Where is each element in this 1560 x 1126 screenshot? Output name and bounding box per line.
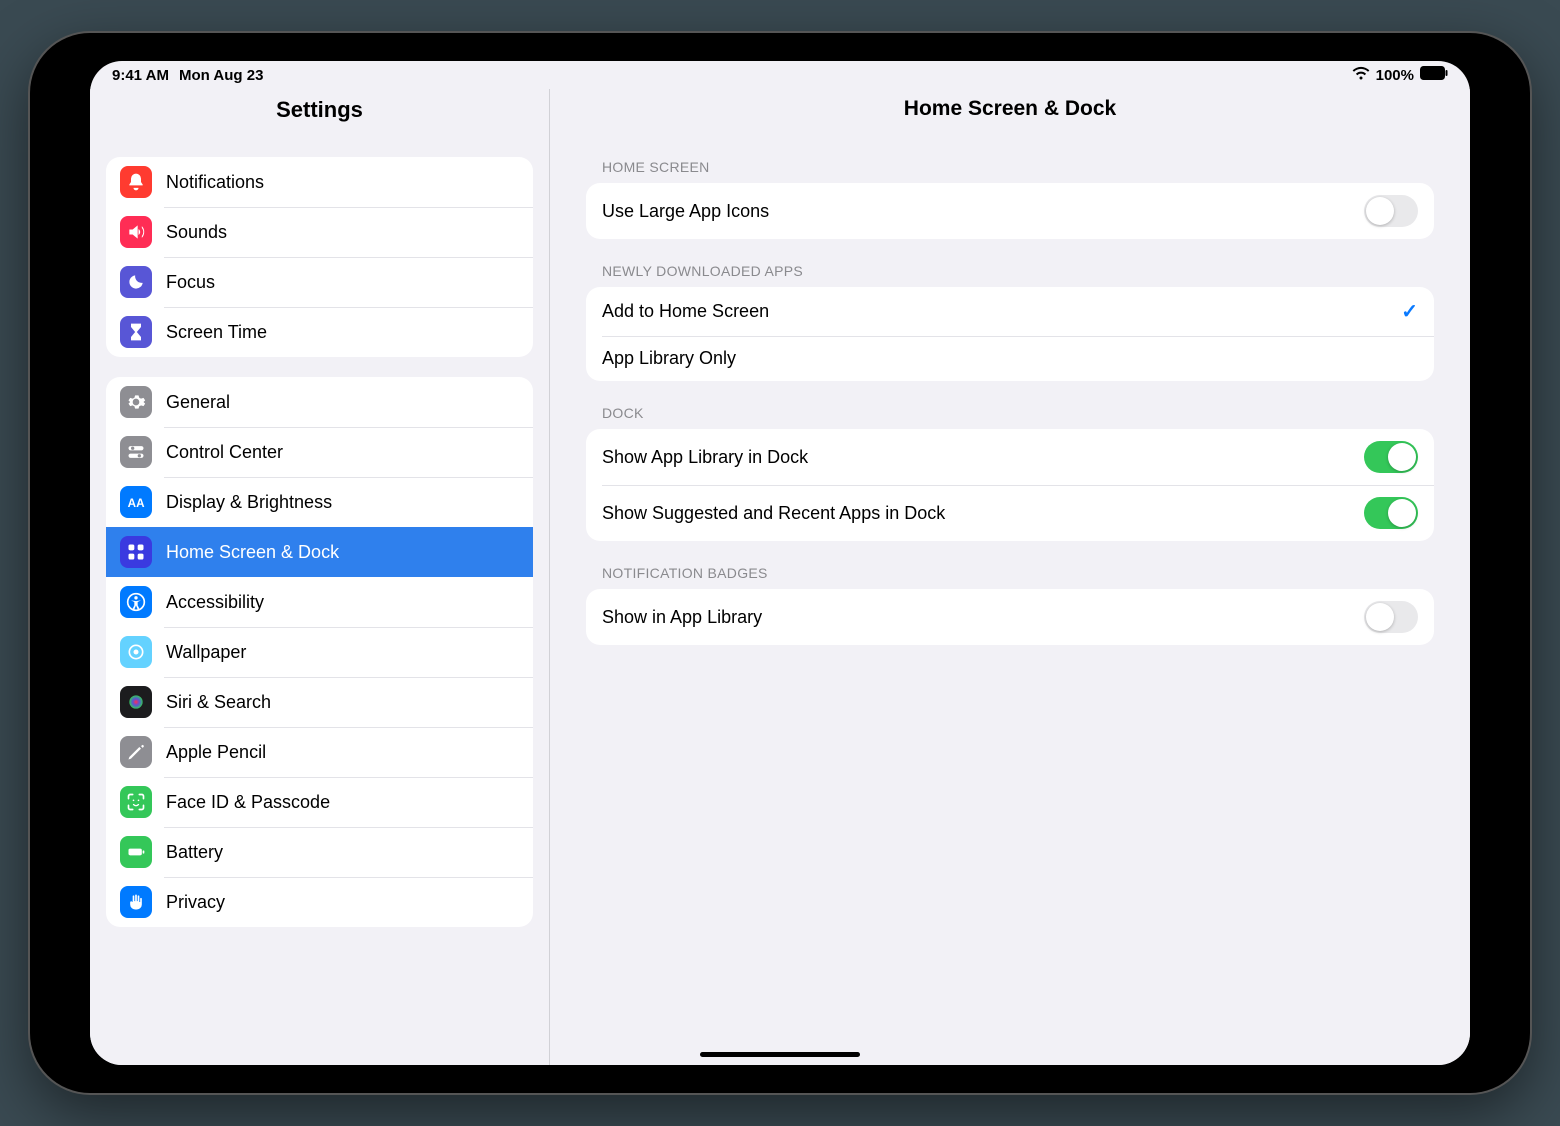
row-label: Show App Library in Dock [602,447,808,468]
row-app-library-only[interactable]: App Library Only [586,336,1434,381]
ipad-device-frame: 9:41 AM Mon Aug 23 100% Settings [30,33,1530,1093]
sidebar-item-label: Accessibility [166,592,264,613]
sidebar-item-label: Sounds [166,222,227,243]
sidebar-group-1: Notifications Sounds Focus [106,157,533,357]
section-dock: Show App Library in Dock Show Suggested … [586,429,1434,541]
sidebar-item-label: Face ID & Passcode [166,792,330,813]
moon-icon [120,266,152,298]
status-date: Mon Aug 23 [179,67,263,84]
section-home-screen: Use Large App Icons [586,183,1434,239]
sidebar-item-privacy[interactable]: Privacy [106,877,533,927]
faceid-icon [120,786,152,818]
toggle-show-app-library-in-dock[interactable] [1364,441,1418,473]
sidebar-item-home-screen-dock[interactable]: Home Screen & Dock [106,527,533,577]
settings-sidebar: Settings Notifications [90,89,550,1065]
sidebar-item-label: Siri & Search [166,692,271,713]
toggle-show-suggested-recent-in-dock[interactable] [1364,497,1418,529]
status-battery-pct: 100% [1376,67,1414,84]
gear-icon [120,386,152,418]
sidebar-item-faceid-passcode[interactable]: Face ID & Passcode [106,777,533,827]
sidebar-item-control-center[interactable]: Control Center [106,427,533,477]
row-show-in-app-library[interactable]: Show in App Library [586,589,1434,645]
row-label: Add to Home Screen [602,301,769,322]
pencil-icon [120,736,152,768]
status-bar: 9:41 AM Mon Aug 23 100% [90,61,1470,89]
battery-icon [1420,66,1448,84]
section-newly-downloaded: Add to Home Screen ✓ App Library Only [586,287,1434,381]
section-header-notification-badges: NOTIFICATION BADGES [586,541,1434,589]
sidebar-item-sounds[interactable]: Sounds [106,207,533,257]
sidebar-item-label: Focus [166,272,215,293]
toggle-show-in-app-library[interactable] [1364,601,1418,633]
hourglass-icon [120,316,152,348]
sidebar-item-notifications[interactable]: Notifications [106,157,533,207]
row-label: Show in App Library [602,607,762,628]
sidebar-group-2: General Control Center AA D [106,377,533,927]
sidebar-item-label: Apple Pencil [166,742,266,763]
status-time: 9:41 AM [112,67,169,84]
detail-pane: Home Screen & Dock HOME SCREEN Use Large… [550,89,1470,1065]
sidebar-item-screen-time[interactable]: Screen Time [106,307,533,357]
sidebar-item-general[interactable]: General [106,377,533,427]
sidebar-item-focus[interactable]: Focus [106,257,533,307]
toggle-use-large-app-icons[interactable] [1364,195,1418,227]
sidebar-item-accessibility[interactable]: Accessibility [106,577,533,627]
sidebar-item-label: Battery [166,842,223,863]
section-header-home-screen: HOME SCREEN [586,135,1434,183]
sidebar-item-battery[interactable]: Battery [106,827,533,877]
sidebar-item-display-brightness[interactable]: AA Display & Brightness [106,477,533,527]
switches-icon [120,436,152,468]
svg-text:AA: AA [128,497,145,510]
sidebar-item-label: Wallpaper [166,642,246,663]
sidebar-item-label: General [166,392,230,413]
section-notification-badges: Show in App Library [586,589,1434,645]
row-label: Use Large App Icons [602,201,769,222]
sidebar-item-wallpaper[interactable]: Wallpaper [106,627,533,677]
sidebar-item-apple-pencil[interactable]: Apple Pencil [106,727,533,777]
sidebar-title: Settings [90,97,549,123]
row-show-app-library-in-dock[interactable]: Show App Library in Dock [586,429,1434,485]
hand-icon [120,886,152,918]
grid-icon [120,536,152,568]
row-use-large-app-icons[interactable]: Use Large App Icons [586,183,1434,239]
wallpaper-icon [120,636,152,668]
sidebar-item-label: Screen Time [166,322,267,343]
siri-icon [120,686,152,718]
row-add-to-home-screen[interactable]: Add to Home Screen ✓ [586,287,1434,336]
home-indicator[interactable] [700,1052,860,1057]
accessibility-icon [120,586,152,618]
section-header-newly-downloaded: NEWLY DOWNLOADED APPS [586,239,1434,287]
battery-icon [120,836,152,868]
sidebar-item-label: Home Screen & Dock [166,542,339,563]
wifi-icon [1352,66,1370,84]
text-size-icon: AA [120,486,152,518]
checkmark-icon: ✓ [1401,299,1418,324]
row-label: Show Suggested and Recent Apps in Dock [602,503,945,524]
sidebar-item-siri-search[interactable]: Siri & Search [106,677,533,727]
sidebar-item-label: Notifications [166,172,264,193]
row-show-suggested-recent-in-dock[interactable]: Show Suggested and Recent Apps in Dock [586,485,1434,541]
bell-icon [120,166,152,198]
speaker-icon [120,216,152,248]
sidebar-item-label: Display & Brightness [166,492,332,513]
screen: 9:41 AM Mon Aug 23 100% Settings [90,61,1470,1065]
row-label: App Library Only [602,348,736,369]
section-header-dock: DOCK [586,381,1434,429]
detail-title: Home Screen & Dock [550,89,1470,135]
sidebar-item-label: Control Center [166,442,283,463]
sidebar-item-label: Privacy [166,892,225,913]
